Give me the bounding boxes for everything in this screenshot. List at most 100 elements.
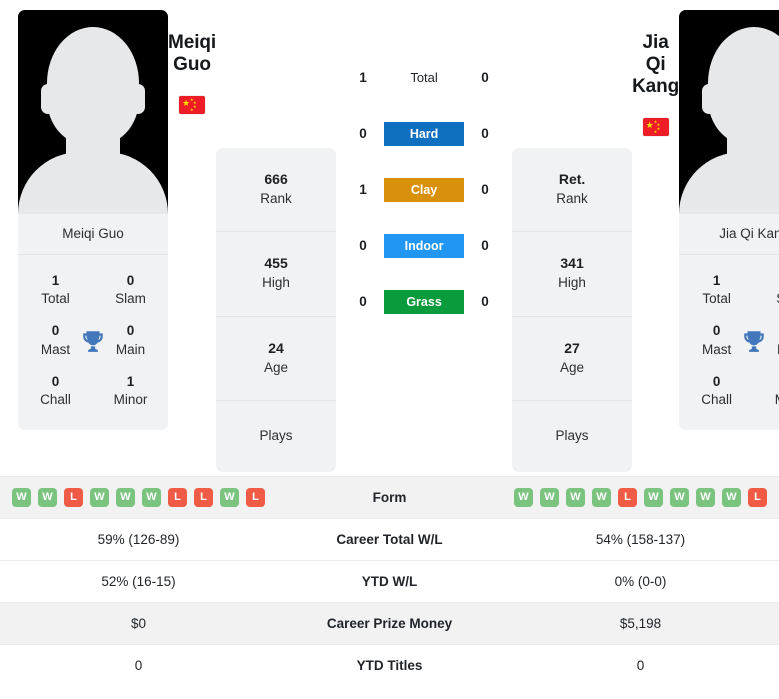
left-titles-slam: 0 Slam: [93, 272, 168, 308]
form-badge-win: W: [566, 488, 585, 507]
right-count: 0: [481, 294, 489, 309]
surface-row-indoor: 0 Indoor 0: [336, 230, 512, 261]
label: Age: [560, 359, 585, 375]
left-ytd-titles: 0: [134, 658, 143, 673]
value: 1: [51, 273, 60, 288]
value: 0: [754, 272, 779, 290]
right-stat-column: Ret. Rank 341 High 27 Age Plays: [512, 10, 633, 473]
right-player-name-block: Jia Qi Kang ★ ★ ★ ★ ★: [632, 10, 679, 136]
right-rank-block: Ret. Rank: [512, 148, 633, 233]
right-titles-chall: 0 Chall: [679, 373, 754, 409]
value: 0: [51, 373, 60, 389]
right-count: 0: [481, 182, 489, 197]
label: Slam: [115, 291, 146, 307]
table-row-career-total-wl: 59% (126-89) Career Total W/L 54% (158-1…: [0, 518, 779, 561]
player-comparison-page: Meiqi Guo 1 Total 0 Slam 0 Mast 0 Main 0…: [0, 0, 779, 699]
form-badge-loss: L: [168, 488, 187, 507]
left-ytd-wl: 52% (16-15): [101, 574, 176, 589]
right-count: 0: [481, 126, 489, 141]
left-titles-total: 1 Total: [18, 272, 93, 308]
label: Plays: [555, 428, 589, 444]
value: 0: [712, 373, 721, 389]
value: 1: [126, 373, 135, 389]
form-badge-win: W: [592, 488, 611, 507]
left-age-block: 24 Age: [216, 317, 337, 402]
right-ytd-titles: 0: [636, 658, 645, 673]
comparison-stats-table: WWLWWWLLWL Form WWWWLWWWWL 59% (126-89) …: [0, 476, 779, 686]
label: High: [262, 275, 290, 291]
label: High: [558, 275, 586, 291]
form-badge-win: W: [142, 488, 161, 507]
surface-pill-clay[interactable]: Clay: [384, 177, 465, 202]
table-row-form: WWLWWWLLWL Form WWWWLWWWWL: [0, 476, 779, 519]
right-photo-name: Jia Qi Kang: [679, 214, 779, 254]
surface-pill-grass[interactable]: Grass: [384, 289, 465, 314]
left-photo-name: Meiqi Guo: [18, 214, 168, 254]
avatar-ear-left: [702, 84, 717, 114]
right-player-photo-column: Jia Qi Kang 1 Total 0 Slam: [679, 10, 779, 431]
left-form-badges: WWLWWWLLWL: [6, 488, 271, 507]
right-player-name[interactable]: Jia Qi Kang: [632, 32, 679, 98]
form-badge-win: W: [540, 488, 559, 507]
surface-comparison-column: 1 Total 0 0 Hard 0 1 Clay 0 0 Indoor 0 0: [336, 10, 512, 317]
table-row-ytd-titles: 0 YTD Titles 0: [0, 644, 779, 687]
label: Age: [264, 359, 289, 375]
china-flag-icon: ★ ★ ★ ★ ★: [642, 118, 669, 136]
label: Total: [41, 291, 70, 307]
trophy-icon: [744, 330, 764, 352]
titles-row-1: 1 Total 0 Slam: [679, 265, 779, 315]
left-player-photo: [18, 10, 168, 214]
left-player-name[interactable]: Meiqi Guo: [168, 32, 216, 76]
form-badge-loss: L: [618, 488, 637, 507]
form-badge-loss: L: [64, 488, 83, 507]
right-stat-card: Ret. Rank 341 High 27 Age Plays: [512, 148, 633, 473]
form-badge-loss: L: [246, 488, 265, 507]
surface-pill-indoor[interactable]: Indoor: [384, 233, 465, 258]
flag-star-4: ★: [653, 129, 658, 134]
label: Chall: [701, 392, 733, 408]
right-count: 0: [481, 70, 489, 85]
form-badge-win: W: [696, 488, 715, 507]
titles-row-2: 0 Mast 0 Main: [18, 315, 168, 365]
value: 27: [564, 339, 580, 356]
flag-star-large: ★: [645, 120, 654, 130]
label: Rank: [556, 190, 588, 206]
surface-row-clay: 1 Clay 0: [336, 174, 512, 205]
avatar-ear-right: [131, 84, 145, 114]
left-form-cell: WWLWWWLLWL: [0, 477, 277, 519]
surface-row-hard: 0 Hard 0: [336, 118, 512, 149]
left-count: 1: [359, 182, 367, 197]
form-badge-win: W: [38, 488, 57, 507]
label: Plays: [259, 428, 293, 444]
left-high-block: 455 High: [216, 232, 337, 317]
right-career-total-wl: 54% (158-137): [595, 532, 686, 547]
right-titles-grid: 1 Total 0 Slam 0 Mast: [679, 255, 779, 431]
value: 1: [754, 373, 779, 391]
china-flag-icon: ★ ★ ★ ★ ★: [179, 96, 206, 114]
form-badge-win: W: [670, 488, 689, 507]
label: Chall: [40, 392, 71, 408]
form-badge-loss: L: [194, 488, 213, 507]
left-stat-card: 666 Rank 455 High 24 Age Plays: [216, 148, 337, 473]
form-badge-win: W: [220, 488, 239, 507]
right-ytd-wl: 0% (0-0): [614, 574, 667, 589]
label: Minor: [754, 391, 779, 409]
table-row-ytd-wl: 52% (16-15) YTD W/L 0% (0-0): [0, 560, 779, 603]
right-form-badges: WWWWLWWWWL: [508, 488, 773, 507]
surface-pill-hard[interactable]: Hard: [384, 121, 465, 146]
label: Total: [702, 291, 731, 307]
flag-star-large: ★: [182, 98, 191, 108]
right-titles-total: 1 Total: [679, 272, 754, 308]
right-titles-minor: 1 Minor: [754, 373, 779, 409]
surface-row-total: 1 Total 0: [336, 62, 512, 93]
avatar-shoulders: [679, 152, 779, 214]
left-titles-minor: 1 Minor: [93, 373, 168, 409]
right-age-block: 27 Age: [512, 317, 633, 402]
form-badge-win: W: [116, 488, 135, 507]
row-label-ytd-titles: YTD Titles: [356, 658, 423, 673]
surface-label-total: Total: [410, 69, 438, 85]
right-player-card: Jia Qi Kang 1 Total 0 Slam: [679, 10, 779, 431]
right-plays-block: Plays: [512, 401, 632, 472]
form-badge-win: W: [722, 488, 741, 507]
left-titles-grid: 1 Total 0 Slam 0 Mast 0 Main 0 Chall 1 M…: [18, 255, 168, 431]
